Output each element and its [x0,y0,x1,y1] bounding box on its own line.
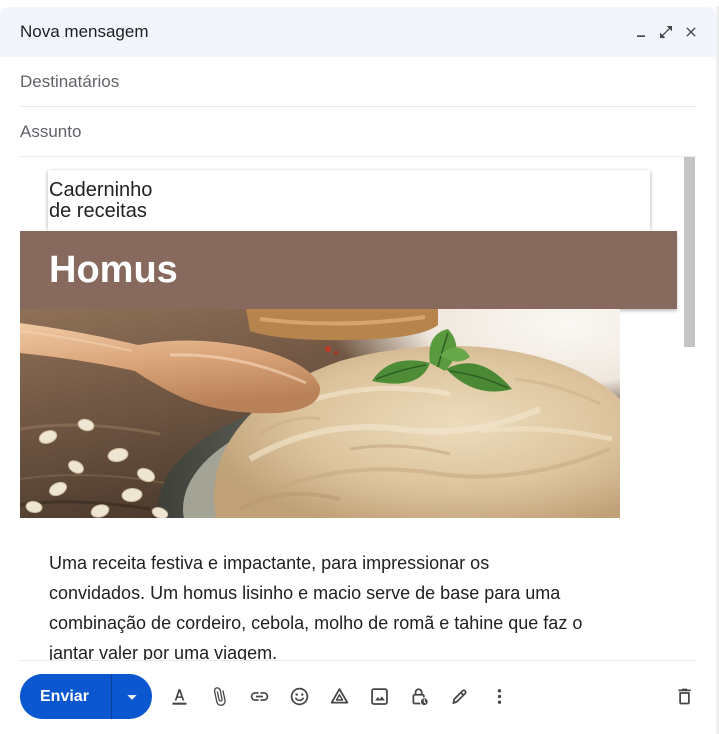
description-line: jantar valer por uma viagem. [49,643,278,660]
subject-input[interactable] [20,107,697,156]
recipe-book-header: Caderninho de receitas [48,170,650,231]
recipe-banner: Homus [20,231,677,309]
emoji-icon [290,687,308,705]
insert-emoji-button[interactable] [279,676,319,716]
description-line: combinação de cordeiro, cebola, molho de… [49,613,583,633]
window-shadow [715,6,719,734]
toolbar-divider [20,660,697,661]
delete-icon [677,688,691,704]
close-icon [686,27,696,37]
more-options-icon [497,688,501,704]
recipe-title: Homus [49,249,178,291]
format-text-icon [172,688,186,705]
drive-icon [330,687,348,703]
insert-link-icon [250,691,268,701]
message-body[interactable]: Caderninho de receitas Homus Uma receita… [20,157,697,660]
insert-photo-button[interactable] [359,676,399,716]
description-line: Uma receita festiva e impactante, para i… [49,553,490,573]
more-options-button[interactable] [479,676,519,716]
recipe-book-title-line-1: Caderninho [49,179,153,201]
send-button-label: Enviar [40,688,89,705]
send-button-group: Enviar [20,674,152,719]
insert-signature-button[interactable] [439,676,479,716]
compose-header[interactable]: Nova mensagem [0,7,716,57]
send-options-button[interactable] [112,674,152,719]
confidential-mode-icon [412,687,429,706]
fullscreen-icon [660,26,672,38]
compose-title: Nova mensagem [20,22,149,41]
attach-file-icon [213,686,226,706]
insert-drive-file-button[interactable] [319,676,359,716]
dropdown-arrow-icon [127,694,137,700]
recipe-photo [20,309,620,518]
attach-files-button[interactable] [199,676,239,716]
close-button[interactable] [679,20,703,44]
subject-field [20,107,697,157]
recipients-input[interactable] [20,57,697,106]
discard-draft-button[interactable] [664,676,704,716]
compose-window: Nova mensagem Caderninho de receitas Hom… [0,0,719,734]
insert-photo-icon [370,687,388,705]
recipe-book-title-line-2: de receitas [49,200,147,222]
minimize-button[interactable] [629,20,653,44]
formatting-options-button[interactable] [159,676,199,716]
confidential-mode-button[interactable] [399,676,439,716]
signature-icon [452,688,467,704]
fullscreen-button[interactable] [654,20,678,44]
scrollbar-thumb[interactable] [684,157,695,347]
minimize-icon [637,35,645,37]
recipients-field [20,57,697,107]
description-line: convidados. Um homus lisinho e macio ser… [49,583,561,603]
send-button[interactable]: Enviar [20,674,111,719]
recipe-description: Uma receita festiva e impactante, para i… [49,548,689,660]
insert-link-button[interactable] [239,676,279,716]
